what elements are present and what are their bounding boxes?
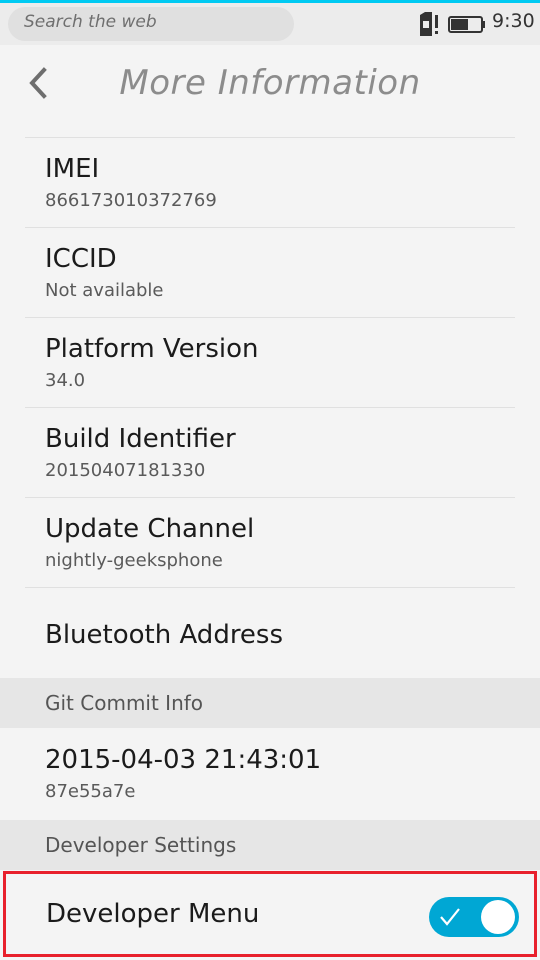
list-item-title: ICCID: [45, 244, 117, 274]
screen: Search the web 9:30 More Information IME…: [0, 0, 540, 960]
search-input[interactable]: Search the web: [8, 7, 294, 41]
clock: 9:30: [492, 10, 535, 32]
section-header-label: Developer Settings: [45, 833, 237, 857]
section-header-developer: Developer Settings: [0, 820, 540, 870]
battery-icon: [448, 16, 485, 33]
header: More Information: [0, 45, 540, 137]
list-item-build-identifier: Build Identifier 20150407181330: [25, 407, 515, 497]
list-item-value: 20150407181330: [45, 460, 206, 481]
list-item-developer-menu[interactable]: Developer Menu: [3, 871, 537, 957]
info-list: IMEI 866173010372769 ICCID Not available…: [0, 137, 540, 677]
list-item-value: 34.0: [45, 370, 86, 391]
list-item-git-commit: 2015-04-03 21:43:01 87e55a7e: [0, 728, 540, 820]
list-item-title: Update Channel: [45, 514, 255, 544]
list-item-title: Bluetooth Address: [45, 620, 284, 650]
sim-alert-icon: [420, 12, 438, 36]
git-commit-date: 2015-04-03 21:43:01: [45, 745, 322, 775]
list-item-title: IMEI: [45, 154, 100, 184]
list-item-platform-version: Platform Version 34.0: [25, 317, 515, 407]
developer-menu-toggle[interactable]: [429, 897, 519, 937]
list-item-title: Build Identifier: [45, 424, 236, 454]
check-icon: [440, 908, 460, 926]
list-item-value: 866173010372769: [45, 190, 217, 211]
list-item-bluetooth-address: Bluetooth Address: [25, 587, 515, 677]
list-item-title: Platform Version: [45, 334, 259, 364]
section-header-git: Git Commit Info: [0, 678, 540, 728]
list-item-imei: IMEI 866173010372769: [25, 137, 515, 227]
git-commit-hash: 87e55a7e: [45, 781, 136, 802]
list-item-value: Not available: [45, 280, 164, 301]
section-header-label: Git Commit Info: [45, 691, 204, 715]
list-item-iccid: ICCID Not available: [25, 227, 515, 317]
list-item-update-channel: Update Channel nightly-geeksphone: [25, 497, 515, 587]
toggle-knob: [481, 900, 515, 934]
developer-menu-label: Developer Menu: [46, 899, 260, 929]
page-title: More Information: [119, 63, 421, 103]
list-item-value: nightly-geeksphone: [45, 550, 223, 571]
status-bar: Search the web 9:30: [0, 0, 540, 45]
